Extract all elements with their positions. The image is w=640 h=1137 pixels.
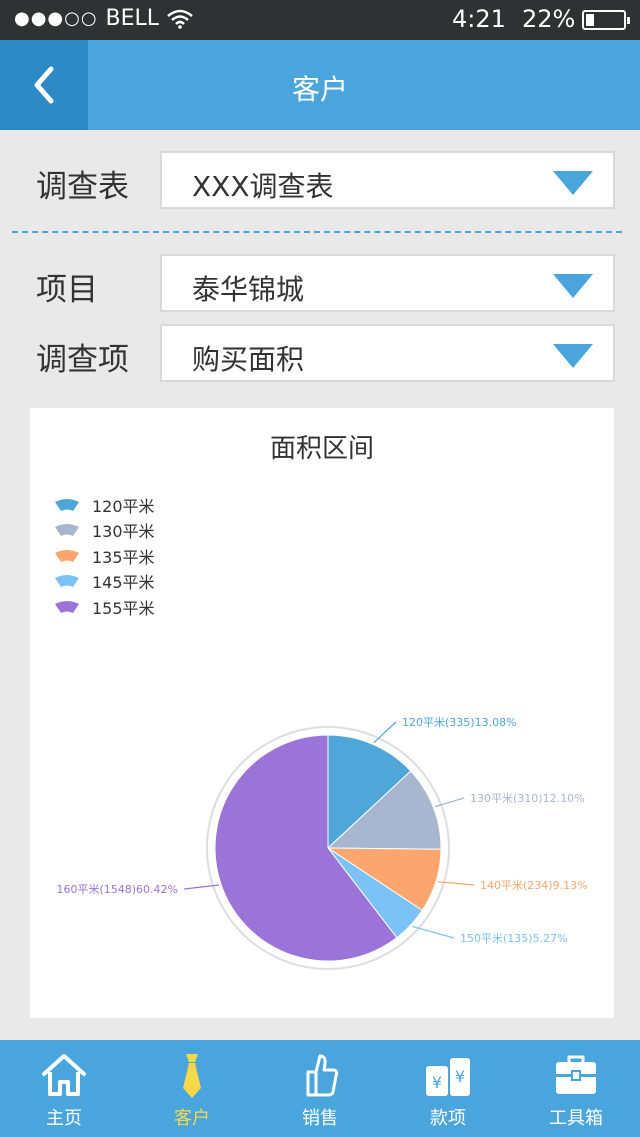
toolbox-icon [556,1055,596,1094]
dashed-divider [12,231,622,233]
survey-select[interactable]: XXX调查表 [160,151,615,209]
project-select[interactable]: 泰华锦城 [160,254,615,312]
dropdown-arrow-icon [553,274,593,298]
clock: 4:21 [452,5,506,33]
tab-bar: 主页 客户 销售 ¥ ¥ 款项 工具箱 [0,1040,640,1137]
tie-icon [183,1054,201,1098]
tab-label: 销售 [302,1108,338,1129]
survey-row: 调查表 XXX调查表 [0,151,640,209]
svg-text:¥: ¥ [455,1067,465,1086]
svg-text:¥: ¥ [432,1073,442,1092]
thumbs-up-icon [306,1054,339,1097]
tab-payments[interactable]: ¥ ¥ 款项 [384,1040,512,1137]
survey-label: 调查表 [36,169,129,205]
chart-card: 面积区间 120平米 130平米 135平米 145平米 155平米 120平米(335… [30,408,614,1018]
project-row: 项目 泰华锦城 [0,254,640,312]
wifi-icon [167,9,193,29]
survey-item-value: 购买面积 [192,343,305,376]
home-icon [42,1054,86,1096]
dropdown-arrow-icon [553,171,593,195]
slice-data-label: 160平米(1548)60.42% [56,883,178,896]
slice-data-label: 120平米(335)13.08% [402,716,517,729]
signal-dots: ●●●○○ [14,8,98,29]
tab-sales[interactable]: 销售 [256,1040,384,1137]
carrier-info: ●●●○○ BELL [14,6,193,31]
page-title: 客户 [291,73,348,106]
tab-toolbox[interactable]: 工具箱 [512,1040,640,1137]
slice-data-label: 130平米(310)12.10% [470,792,585,805]
coins-icon: ¥ ¥ [426,1058,470,1096]
slice-data-label: 150平米(135)5.27% [460,932,568,945]
slice-data-label: 140平米(234)9.13% [480,879,588,892]
carrier-name: BELL [105,6,160,31]
survey-item-row: 调查项 购买面积 [0,324,640,382]
survey-item-select[interactable]: 购买面积 [160,324,615,382]
pie-chart: 120平米(335)13.08% 130平米(310)12.10% 140平米(23… [56,716,588,970]
survey-item-label: 调查项 [36,342,129,378]
tab-label: 主页 [46,1108,82,1129]
dropdown-arrow-icon [553,344,593,368]
slice-leader-line [411,925,455,939]
slice-leader-line [373,721,397,744]
status-bar: ●●●○○ BELL 4:21 22% [0,0,640,40]
tab-label: 款项 [430,1108,466,1129]
battery-icon [582,10,630,30]
tab-label: 客户 [174,1108,210,1129]
project-label: 项目 [36,272,98,308]
tab-home[interactable]: 主页 [0,1040,128,1137]
tab-label: 工具箱 [549,1108,603,1129]
survey-value: XXX调查表 [192,170,334,203]
project-value: 泰华锦城 [192,273,305,306]
battery-percent: 22% [522,5,576,33]
tab-customers[interactable]: 客户 [128,1040,256,1137]
nav-bar: 客户 [0,40,640,130]
